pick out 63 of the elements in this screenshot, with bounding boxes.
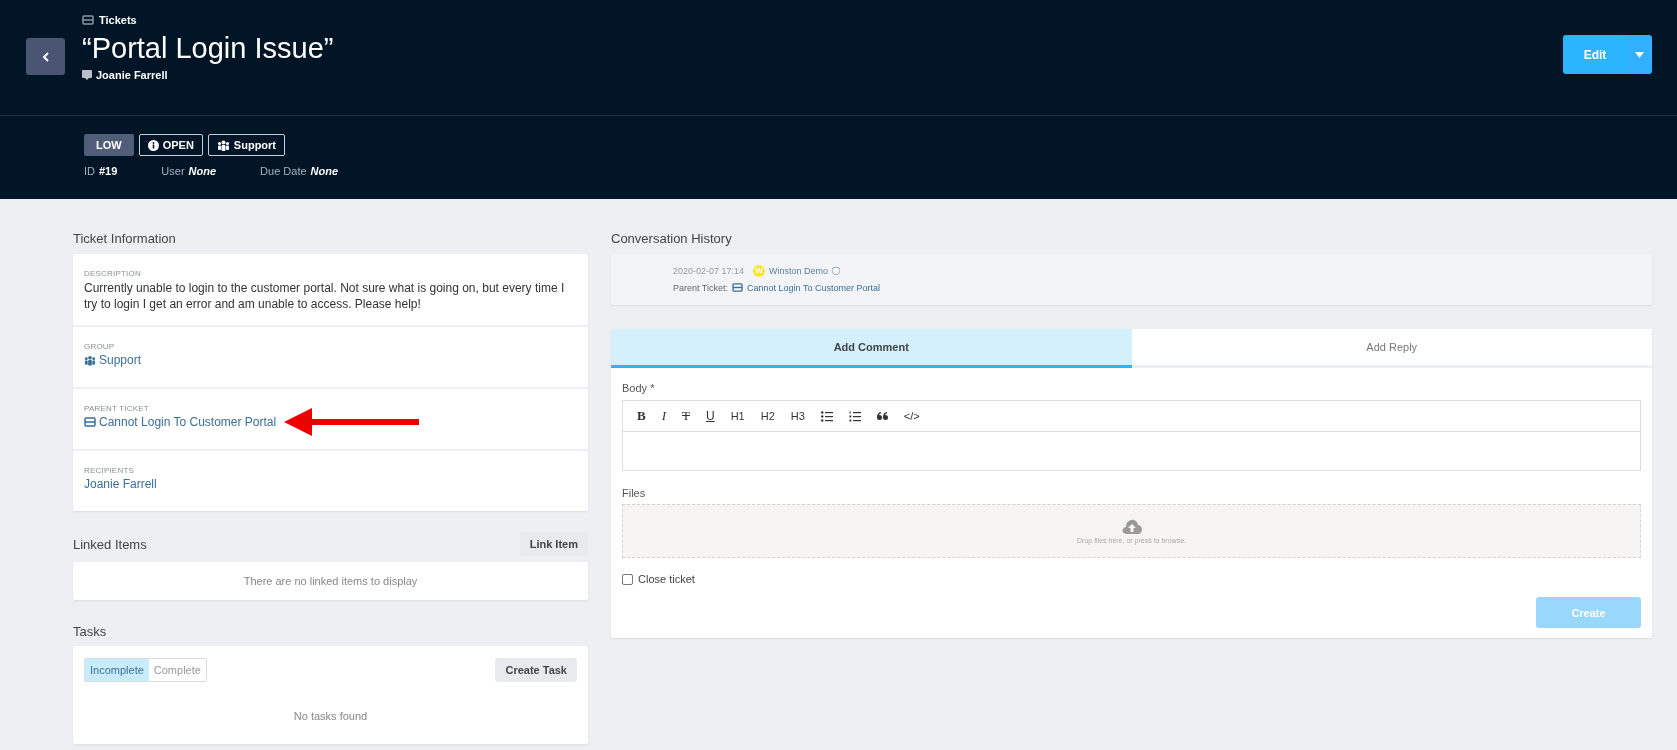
checkbox[interactable] — [622, 573, 633, 585]
breadcrumb-link[interactable]: Tickets — [99, 14, 137, 26]
meta-value: None — [188, 165, 217, 177]
format-button[interactable]: H1 — [722, 404, 753, 428]
ticket-icon — [82, 15, 94, 25]
meta-label: Due Date — [260, 165, 307, 177]
description-text: Currently unable to login to the customer portal. Not sure what is going on, but every time I try to login I get an error and am unable to access. Please help! — [84, 280, 566, 312]
field-link[interactable]: Joanie Farrell — [84, 477, 157, 491]
user-card-icon — [82, 70, 92, 80]
composer-tab[interactable]: Add Reply — [1131, 329, 1652, 368]
requester-name: Joanie Farrell — [96, 69, 168, 81]
empty-message: No tasks found — [293, 710, 368, 722]
ticket-title: “Portal Login Issue” — [82, 32, 335, 65]
checkbox-label: Close ticket — [638, 573, 695, 585]
composer-tab[interactable]: Add Comment — [611, 329, 1132, 368]
ticket-link[interactable]: Cannot Login To Customer Portal — [747, 282, 880, 293]
timestamp: 2020-02-07 17:14 — [673, 265, 745, 276]
cloud-upload-icon — [1121, 518, 1142, 534]
section-heading: Ticket Information — [73, 231, 177, 246]
entry-text: Parent Ticket: — [673, 282, 729, 293]
caret-icon — [1635, 51, 1644, 58]
field-label: Files — [622, 487, 647, 499]
meta-value: None — [310, 165, 339, 177]
avatar-initial: W — [753, 264, 766, 277]
meta-label: ID — [84, 165, 95, 177]
field-link[interactable]: Cannot Login To Customer Portal — [99, 415, 277, 429]
bullet-list-icon — [820, 410, 833, 422]
field-label: RECIPIENTS — [84, 466, 135, 475]
field-label: GROUP — [84, 342, 116, 351]
format-button[interactable]: U — [697, 404, 723, 428]
meta-label: User — [161, 165, 185, 177]
format-button[interactable]: T — [674, 404, 698, 428]
author-link[interactable]: Winston Demo — [769, 265, 829, 276]
field-label: Body * — [622, 382, 656, 394]
info-icon — [147, 139, 159, 151]
field-label: PARENT TICKET — [84, 404, 150, 413]
ticket-icon — [732, 283, 744, 292]
format-button[interactable]: B — [629, 404, 654, 428]
field-link[interactable]: Support — [99, 353, 142, 367]
section-heading: Conversation History — [611, 231, 733, 246]
task-filter-tab[interactable]: Incomplete — [85, 659, 149, 681]
tag-badge: OPEN — [138, 134, 203, 156]
create-task-button[interactable]: Create Task — [495, 658, 577, 682]
tag-badge: Support — [207, 134, 286, 156]
link-item-button[interactable]: Link Item — [519, 532, 588, 556]
section-heading: Linked Items — [73, 536, 147, 552]
meta-value: #19 — [99, 165, 118, 177]
format-button[interactable]: H3 — [782, 404, 813, 428]
format-button[interactable]: H2 — [752, 404, 783, 428]
ticket-icon — [84, 417, 96, 427]
rich-text-editor[interactable]: B I T U H1 H2 H3 </> — [622, 400, 1641, 471]
tag-badge: LOW — [84, 134, 134, 156]
numbered-list-icon — [848, 410, 861, 422]
shield-icon — [832, 266, 841, 275]
format-button[interactable]: </> — [895, 404, 928, 428]
empty-message: There are no linked items to display — [243, 575, 418, 587]
format-button[interactable]: I — [653, 404, 674, 428]
people-icon — [84, 354, 96, 366]
people-icon — [216, 139, 230, 151]
chevron-left-icon — [41, 51, 50, 62]
field-label: DESCRIPTION — [84, 269, 142, 278]
section-heading: Tasks — [73, 624, 108, 639]
quote-icon — [876, 412, 888, 420]
